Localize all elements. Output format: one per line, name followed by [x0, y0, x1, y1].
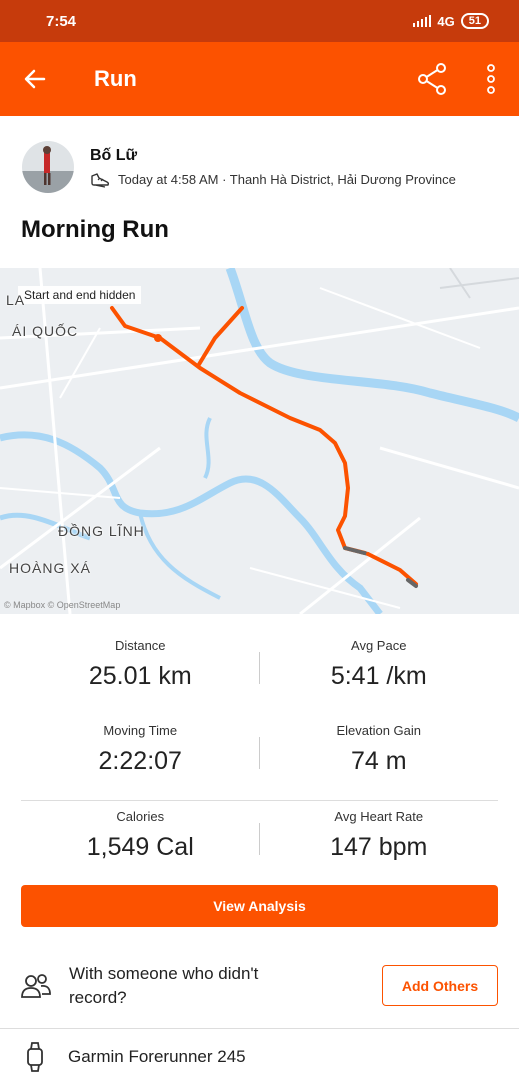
privacy-notice: Start and end hidden — [18, 286, 142, 304]
activity-title: Morning Run — [21, 216, 169, 243]
signal-icon — [413, 15, 432, 27]
status-time: 7:54 — [46, 12, 77, 30]
people-icon — [21, 974, 51, 998]
stats-grid: Distance 25.01 km Avg Pace 5:41 /km Movi… — [21, 630, 498, 886]
more-options-button[interactable] — [471, 42, 511, 116]
page-title: Run — [94, 66, 137, 91]
map-place-label: HOÀNG XÁ — [9, 560, 91, 576]
divider — [0, 1028, 519, 1029]
map-place-label: ÁI QUỐC — [12, 323, 79, 339]
stat-calories: Calories 1,549 Cal — [86, 809, 194, 861]
device-row: Garmin Forerunner 245 — [26, 1042, 246, 1072]
map-place-label: ĐỒNG LĨNH — [58, 523, 145, 539]
map-place-label: LA — [6, 292, 26, 308]
back-button[interactable] — [0, 42, 70, 116]
activity-meta: Today at 4:58 AM · Thanh Hà District, Hả… — [118, 172, 456, 187]
athlete-name[interactable]: Bố Lữ — [90, 147, 456, 165]
add-others-button[interactable]: Add Others — [382, 965, 498, 1006]
map-attribution: © Mapbox © OpenStreetMap — [4, 600, 121, 610]
stat-avg-pace: Avg Pace 5:41 /km — [330, 638, 427, 690]
avatar[interactable] — [22, 141, 74, 193]
more-vertical-icon — [487, 64, 495, 94]
battery-icon: 51 — [460, 13, 489, 29]
share-button[interactable] — [407, 42, 457, 116]
status-indicators: 4G 51 — [413, 13, 489, 29]
view-analysis-button[interactable]: View Analysis — [21, 885, 498, 927]
with-others-prompt: With someone who didn't record? — [69, 964, 259, 1007]
share-icon — [418, 63, 446, 95]
back-arrow-icon — [24, 69, 46, 89]
status-bar: 7:54 4G 51 — [0, 0, 519, 42]
shoe-icon — [91, 172, 110, 188]
stat-moving-time: Moving Time 2:22:07 — [98, 723, 182, 775]
stat-avg-heart-rate: Avg Heart Rate 147 bpm — [330, 809, 428, 861]
stat-distance: Distance 25.01 km — [88, 638, 192, 690]
with-others-row: With someone who didn't record? Add Othe… — [21, 958, 498, 1014]
device-name: Garmin Forerunner 245 — [68, 1047, 246, 1066]
app-bar: Run — [0, 42, 519, 116]
athlete-header[interactable]: Bố Lữ Today at 4:58 AM · Thanh Hà Distri… — [22, 141, 509, 193]
network-type: 4G — [437, 13, 455, 29]
watch-icon — [27, 1042, 43, 1072]
stat-elevation-gain: Elevation Gain 74 m — [336, 723, 422, 775]
route-map[interactable]: Start and end hidden LA ÁI QUỐC ĐỒNG LĨN… — [0, 268, 519, 614]
